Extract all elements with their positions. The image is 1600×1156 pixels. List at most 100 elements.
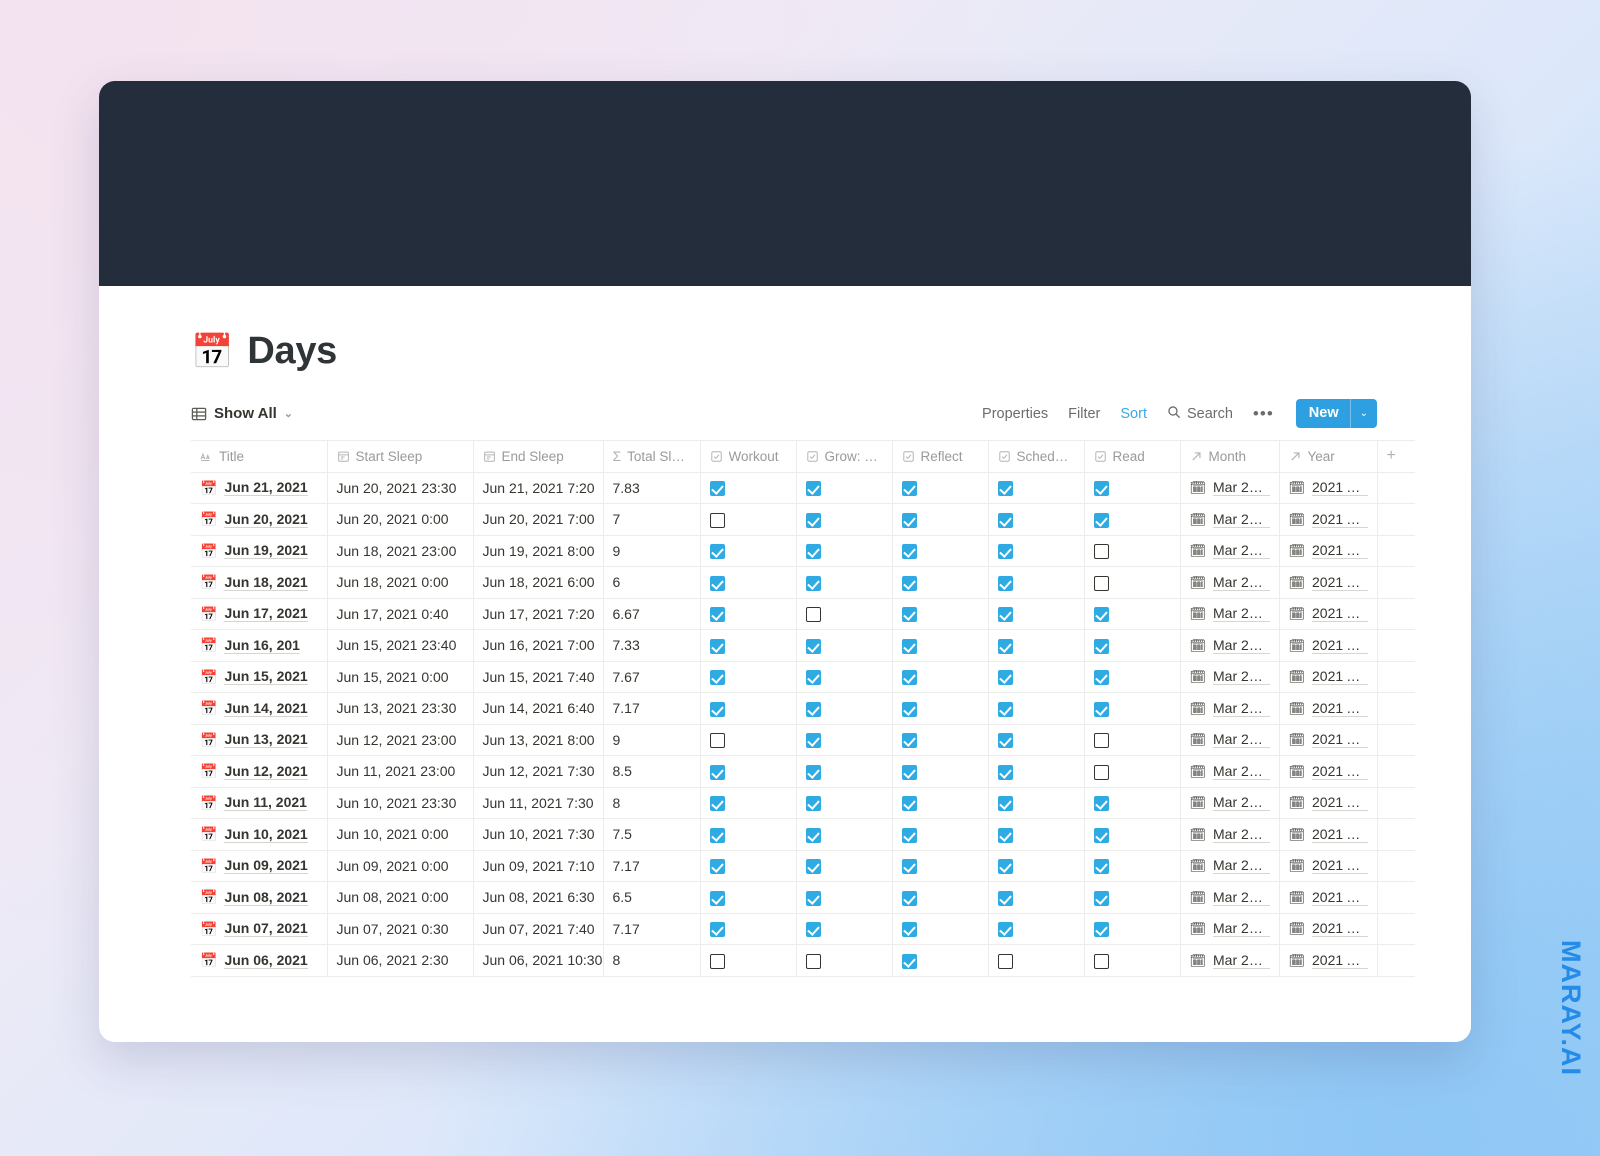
row-title[interactable]: Jun 18, 2021	[224, 574, 308, 591]
year-relation-link[interactable]: 2021 Annu	[1312, 826, 1368, 843]
table-row[interactable]: 📅 Jun 13, 2021 Jun 12, 2021 23:00 Jun 13, 2…	[191, 724, 1415, 756]
cell-schedule[interactable]	[988, 692, 1085, 725]
cell-read[interactable]	[1084, 472, 1181, 504]
checkbox-unchecked-icon[interactable]	[1093, 575, 1109, 591]
month-relation-link[interactable]: Mar 2021	[1213, 952, 1270, 969]
checkbox-checked-icon[interactable]	[805, 764, 821, 780]
cell-grow[interactable]	[796, 724, 893, 756]
cell-grow[interactable]	[796, 661, 893, 693]
checkbox-unchecked-icon[interactable]	[1093, 953, 1109, 969]
cell-month[interactable]: 🗓 Mar 2021	[1180, 787, 1280, 819]
cell-reflect[interactable]	[892, 535, 989, 567]
row-title[interactable]: Jun 20, 2021	[224, 511, 308, 528]
table-row[interactable]: 📅 Jun 07, 2021 Jun 07, 2021 0:30 Jun 07, 20…	[191, 913, 1415, 945]
cell-title[interactable]: 📅 Jun 10, 2021	[191, 818, 328, 851]
checkbox-checked-icon[interactable]	[709, 544, 725, 560]
year-relation-link[interactable]: 2021 Annu	[1312, 952, 1368, 969]
cell-title[interactable]: 📅 Jun 18, 2021	[191, 566, 328, 599]
year-relation-link[interactable]: 2021 Annu	[1312, 889, 1368, 906]
checkbox-checked-icon[interactable]	[901, 670, 917, 686]
month-relation-link[interactable]: Mar 2021	[1213, 731, 1270, 749]
checkbox-checked-icon[interactable]	[1093, 859, 1109, 875]
cell-reflect[interactable]	[892, 944, 989, 977]
checkbox-checked-icon[interactable]	[1093, 638, 1109, 654]
checkbox-unchecked-icon[interactable]	[997, 953, 1013, 969]
cell-month[interactable]: 🗓 Mar 2021	[1180, 503, 1280, 536]
year-relation-link[interactable]: 2021 Annu	[1312, 637, 1368, 654]
checkbox-checked-icon[interactable]	[805, 701, 821, 717]
table-row[interactable]: 📅 Jun 15, 2021 Jun 15, 2021 0:00 Jun 15, 20…	[191, 661, 1415, 693]
cell-grow[interactable]	[796, 818, 893, 851]
column-header-total-sleep[interactable]: Σ Total Sl…	[603, 440, 701, 473]
cell-title[interactable]: 📅 Jun 15, 2021	[191, 661, 328, 693]
row-title[interactable]: Jun 10, 2021	[224, 826, 308, 843]
cell-month[interactable]: 🗓 Mar 2021	[1180, 472, 1280, 504]
cell-title[interactable]: 📅 Jun 21, 2021	[191, 472, 328, 504]
cell-start-sleep[interactable]: Jun 20, 2021 0:00	[327, 503, 474, 536]
month-relation-link[interactable]: Mar 2021	[1213, 637, 1270, 654]
cell-read[interactable]	[1084, 566, 1181, 599]
checkbox-checked-icon[interactable]	[901, 701, 917, 717]
add-column-button[interactable]: +	[1377, 440, 1415, 473]
month-relation-link[interactable]: Mar 2021	[1213, 605, 1270, 623]
cell-reflect[interactable]	[892, 598, 989, 630]
table-row[interactable]: 📅 Jun 16, 201 Jun 15, 2021 23:40 Jun 16, 20…	[191, 629, 1415, 662]
cell-title[interactable]: 📅 Jun 06, 2021	[191, 944, 328, 977]
checkbox-checked-icon[interactable]	[1093, 827, 1109, 843]
cell-month[interactable]: 🗓 Mar 2021	[1180, 566, 1280, 599]
row-title[interactable]: Jun 09, 2021	[224, 857, 308, 875]
cell-workout[interactable]	[700, 566, 797, 599]
cell-start-sleep[interactable]: Jun 10, 2021 23:30	[327, 787, 474, 819]
cell-schedule[interactable]	[988, 818, 1085, 851]
cell-grow[interactable]	[796, 472, 893, 504]
cell-year[interactable]: 🗓 2021 Annu	[1279, 787, 1378, 819]
checkbox-checked-icon[interactable]	[709, 670, 725, 686]
row-title[interactable]: Jun 19, 2021	[224, 542, 308, 560]
cell-start-sleep[interactable]: Jun 06, 2021 2:30	[327, 944, 474, 977]
cell-workout[interactable]	[700, 881, 797, 914]
cell-end-sleep[interactable]: Jun 21, 2021 7:20	[473, 472, 604, 504]
cell-year[interactable]: 🗓 2021 Annu	[1279, 629, 1378, 662]
cell-schedule[interactable]	[988, 913, 1085, 945]
row-title[interactable]: Jun 06, 2021	[224, 952, 308, 969]
checkbox-checked-icon[interactable]	[901, 827, 917, 843]
checkbox-checked-icon[interactable]	[709, 859, 725, 875]
cell-workout[interactable]	[700, 724, 797, 756]
cell-workout[interactable]	[700, 629, 797, 662]
row-title[interactable]: Jun 08, 2021	[224, 889, 308, 906]
checkbox-checked-icon[interactable]	[901, 796, 917, 812]
cell-end-sleep[interactable]: Jun 10, 2021 7:30	[473, 818, 604, 851]
cell-workout[interactable]	[700, 692, 797, 725]
table-row[interactable]: 📅 Jun 10, 2021 Jun 10, 2021 0:00 Jun 10, 20…	[191, 818, 1415, 851]
cell-start-sleep[interactable]: Jun 12, 2021 23:00	[327, 724, 474, 756]
table-row[interactable]: 📅 Jun 21, 2021 Jun 20, 2021 23:30 Jun 21, 2…	[191, 472, 1415, 504]
checkbox-checked-icon[interactable]	[1093, 701, 1109, 717]
cell-year[interactable]: 🗓 2021 Annu	[1279, 661, 1378, 693]
cell-month[interactable]: 🗓 Mar 2021	[1180, 913, 1280, 945]
checkbox-checked-icon[interactable]	[805, 670, 821, 686]
cell-read[interactable]	[1084, 503, 1181, 536]
cell-read[interactable]	[1084, 881, 1181, 914]
row-title[interactable]: Jun 16, 201	[224, 637, 300, 654]
cell-month[interactable]: 🗓 Mar 2021	[1180, 692, 1280, 725]
checkbox-checked-icon[interactable]	[1093, 512, 1109, 528]
checkbox-checked-icon[interactable]	[1093, 922, 1109, 938]
checkbox-checked-icon[interactable]	[709, 827, 725, 843]
cell-reflect[interactable]	[892, 661, 989, 693]
row-title[interactable]: Jun 17, 2021	[224, 605, 308, 623]
cell-month[interactable]: 🗓 Mar 2021	[1180, 629, 1280, 662]
checkbox-checked-icon[interactable]	[709, 796, 725, 812]
cell-read[interactable]	[1084, 598, 1181, 630]
cell-read[interactable]	[1084, 755, 1181, 788]
cell-read[interactable]	[1084, 535, 1181, 567]
cell-read[interactable]	[1084, 629, 1181, 662]
checkbox-checked-icon[interactable]	[709, 607, 725, 623]
cell-start-sleep[interactable]: Jun 17, 2021 0:40	[327, 598, 474, 630]
checkbox-checked-icon[interactable]	[901, 733, 917, 749]
checkbox-checked-icon[interactable]	[805, 922, 821, 938]
checkbox-checked-icon[interactable]	[997, 575, 1013, 591]
checkbox-checked-icon[interactable]	[997, 512, 1013, 528]
checkbox-checked-icon[interactable]	[901, 481, 917, 497]
cell-read[interactable]	[1084, 787, 1181, 819]
checkbox-checked-icon[interactable]	[901, 764, 917, 780]
